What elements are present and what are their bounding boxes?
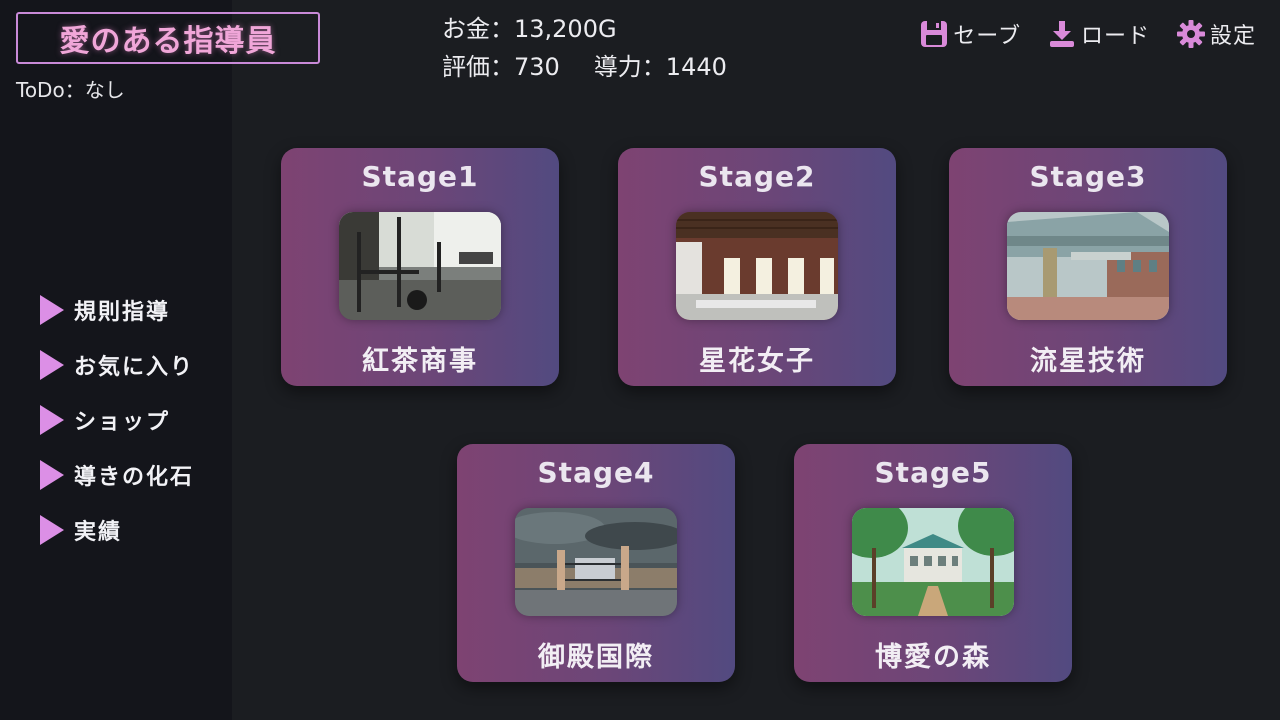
floppy-disk-icon [921,21,948,47]
stage-card-2[interactable]: Stage2 星花女子 [618,148,896,386]
stage-number: Stage4 [537,456,655,489]
menu-item-label: 規則指導 [74,300,171,325]
stage-card-4[interactable]: Stage4 御殿国際 [457,444,735,682]
stage-card-5[interactable]: Stage5 博愛の森 [794,444,1072,682]
game-title: 愛のある指導員 [59,24,277,59]
money-display: お金：13,200G [442,15,617,43]
stage-thumbnail-gym [339,212,501,320]
play-arrow-icon [40,350,64,380]
stage-name: 流星技術 [1030,346,1146,377]
player-stats: お金：13,200G 評価：730 導力：1440 [442,10,727,86]
stage-name: 御殿国際 [538,642,654,673]
menu-item-rule-guidance[interactable]: 規則指導 [40,292,194,328]
play-arrow-icon [40,295,64,325]
play-arrow-icon [40,515,64,545]
menu-item-label: ショップ [74,410,171,435]
top-toolbar: セーブ ロード 設定 [893,18,1256,50]
side-menu: 規則指導 お気に入り ショップ 導きの化石 実績 [40,292,194,567]
stage-thumbnail-gated-mansion [515,508,677,616]
sidebar: 愛のある指導員 ToDo：なし 規則指導 お気に入り ショップ 導きの化石 実績 [0,0,320,720]
menu-item-shop[interactable]: ショップ [40,402,194,438]
game-title-box: 愛のある指導員 [16,12,320,64]
stage-name: 星花女子 [699,346,815,377]
settings-label: 設定 [1209,24,1256,49]
save-label: セーブ [953,24,1021,49]
rating-row: 評価：730 導力：1440 [442,48,727,86]
guidance-power-display: 導力：1440 [593,53,727,81]
menu-item-achievements[interactable]: 実績 [40,512,194,548]
menu-item-label: 実績 [74,520,123,545]
settings-button[interactable]: 設定 [1176,18,1256,50]
menu-item-favorites[interactable]: お気に入り [40,347,194,383]
play-arrow-icon [40,405,64,435]
menu-item-label: お気に入り [74,355,195,380]
load-label: ロード [1080,24,1150,49]
menu-item-fossil[interactable]: 導きの化石 [40,457,194,493]
download-icon [1049,21,1074,47]
stage-thumbnail-building-entrance [1007,212,1169,320]
play-arrow-icon [40,460,64,490]
stage-card-3[interactable]: Stage3 流星技術 [949,148,1227,386]
load-button[interactable]: ロード [1047,18,1150,50]
stage-name: 紅茶商事 [362,346,478,377]
todo-status: ToDo：なし [16,78,125,102]
stage-thumbnail-forest-school [852,508,1014,616]
stage-thumbnail-brick-hall [676,212,838,320]
stage-number: Stage1 [361,160,479,193]
menu-item-label: 導きの化石 [74,465,195,490]
stage-card-1[interactable]: Stage1 紅茶商事 [281,148,559,386]
stage-number: Stage3 [1029,160,1147,193]
stage-number: Stage2 [698,160,816,193]
save-button[interactable]: セーブ [919,18,1021,50]
rating-display: 評価：730 [442,53,560,81]
gear-icon [1176,20,1205,48]
stage-number: Stage5 [874,456,992,489]
stage-name: 博愛の森 [875,642,991,673]
